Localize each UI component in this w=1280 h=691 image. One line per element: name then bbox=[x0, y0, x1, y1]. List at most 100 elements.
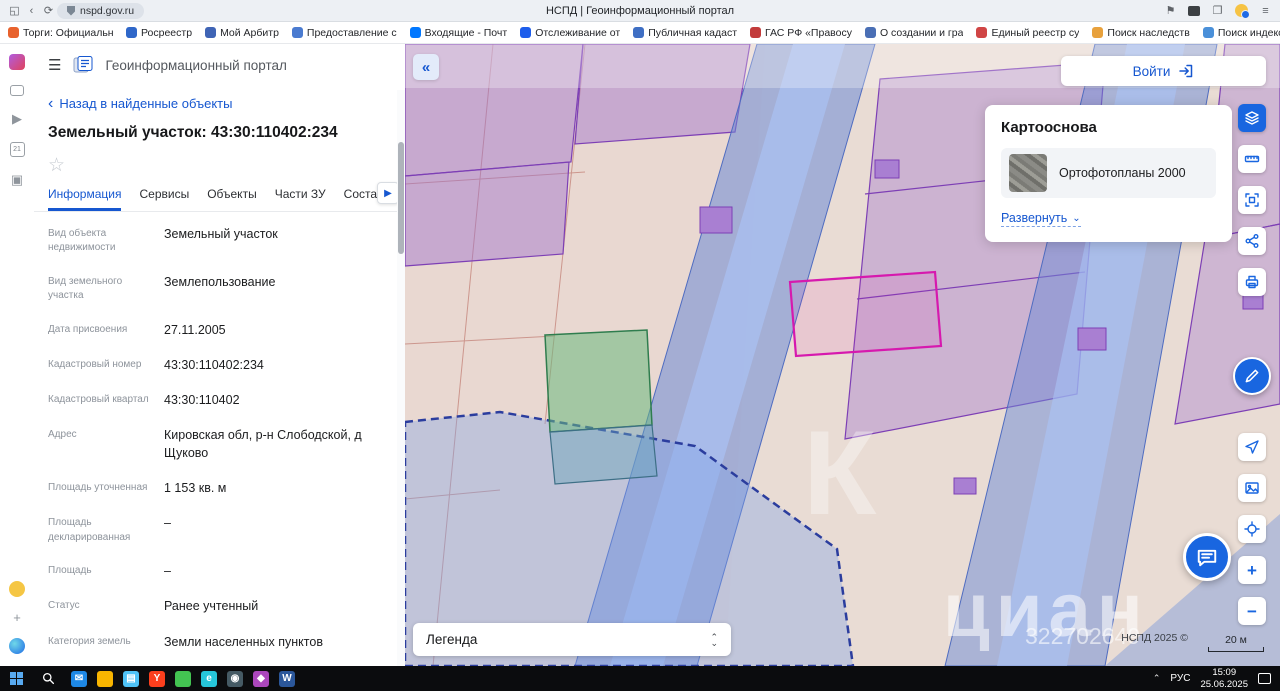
tab[interactable]: Информация bbox=[48, 178, 122, 211]
bookmark-favicon bbox=[205, 27, 217, 38]
screenshot-tool-icon[interactable]: ▣ bbox=[11, 172, 23, 188]
clock[interactable]: 15:09 25.06.2025 bbox=[1200, 667, 1248, 691]
bookmark-item[interactable]: Предоставление с bbox=[291, 27, 397, 39]
favorite-star-icon[interactable]: ☆ bbox=[48, 156, 391, 175]
back-to-results-link[interactable]: ‹ Назад в найденные объекты bbox=[48, 94, 391, 112]
print-button[interactable] bbox=[1238, 268, 1266, 296]
taskbar-app-glyph: e bbox=[206, 673, 212, 684]
bookmark-label: О создании и гра bbox=[879, 26, 964, 39]
menu-icon[interactable]: ☰ bbox=[48, 56, 61, 74]
identify-object-icon bbox=[1245, 193, 1259, 207]
refresh-icon[interactable]: ⟳ bbox=[40, 4, 57, 17]
calendar-icon[interactable]: 21 bbox=[9, 142, 25, 157]
bookmark-item[interactable]: Входящие - Почт bbox=[409, 27, 507, 39]
taskbar-app-button[interactable] bbox=[170, 666, 196, 691]
bookmark-label: Отслеживание от bbox=[535, 26, 621, 39]
locate-button[interactable] bbox=[1238, 433, 1266, 461]
legend-bar[interactable]: Легенда ⌃ ⌄ bbox=[413, 623, 731, 656]
bookmark-item[interactable]: ГАС РФ «Правосу bbox=[750, 27, 852, 39]
expand-link[interactable]: Развернуть ⌄ bbox=[1001, 211, 1081, 227]
map-area: К циан 322702649 « Войти Картооснова Орт… bbox=[405, 44, 1280, 666]
taskbar-app-icon bbox=[175, 670, 191, 687]
taskbar-app-button[interactable] bbox=[92, 666, 118, 691]
start-button[interactable] bbox=[0, 666, 32, 691]
screenshot-button[interactable] bbox=[1238, 474, 1266, 502]
field-row: Адрес Кировская обл, р-н Слободской, д Щ… bbox=[48, 417, 391, 470]
bookmark-item[interactable]: Торги: Официальн bbox=[8, 27, 113, 39]
bookmark-label: Росреестр bbox=[141, 26, 193, 39]
chat-button[interactable] bbox=[1183, 533, 1231, 581]
coordinates-button[interactable] bbox=[1238, 515, 1266, 543]
tab[interactable]: Части ЗУ bbox=[275, 178, 326, 211]
field-label: Площадь декларированная bbox=[48, 517, 131, 543]
bookmark-item[interactable]: Поиск наследств bbox=[1092, 27, 1190, 39]
bookmark-item[interactable]: Единый реестр су bbox=[976, 27, 1079, 39]
selected-parcel[interactable] bbox=[788, 270, 943, 358]
share-button[interactable] bbox=[1238, 227, 1266, 255]
bookmark-item[interactable]: Мой Арбитр bbox=[205, 27, 279, 39]
back-icon[interactable]: ‹ bbox=[23, 5, 40, 17]
taskbar-app-icon bbox=[97, 670, 113, 687]
bookmark-flag-icon[interactable]: ⚑ bbox=[1162, 4, 1179, 17]
bookmark-favicon bbox=[633, 27, 645, 38]
teal-parcel[interactable] bbox=[549, 424, 658, 485]
bookmark-item[interactable]: Отслеживание от bbox=[520, 27, 620, 39]
chat-panel-icon[interactable] bbox=[1188, 5, 1200, 16]
green-parcel[interactable] bbox=[544, 329, 653, 433]
messenger-icon[interactable] bbox=[10, 85, 24, 96]
print-icon bbox=[1245, 275, 1259, 289]
address-bar[interactable]: nspd.gov.ru bbox=[57, 2, 145, 19]
bookmark-item[interactable]: Поиск индекса — bbox=[1202, 27, 1280, 39]
tab-manager-icon[interactable]: ◱ bbox=[6, 4, 23, 17]
tabs-overflow-button[interactable]: ▶ bbox=[377, 182, 399, 204]
scale-label: 20 м bbox=[1225, 634, 1247, 646]
field-value: 27.11.2005 bbox=[164, 322, 226, 337]
bookmark-item[interactable]: Публичная кадаст bbox=[633, 27, 737, 39]
collections-icon[interactable]: ❐ bbox=[1209, 4, 1226, 17]
collapse-panel-button[interactable]: « bbox=[413, 54, 439, 80]
legend-toggle-icon[interactable]: ⌃ ⌄ bbox=[710, 632, 718, 647]
browser-menu-icon[interactable]: ≡ bbox=[1257, 5, 1274, 17]
sidebar-app-icon[interactable] bbox=[9, 54, 25, 70]
tab[interactable]: Сервисы bbox=[139, 178, 189, 211]
taskbar-search-button[interactable] bbox=[32, 666, 64, 691]
taskbar-app-glyph: ◉ bbox=[230, 673, 240, 684]
alice-icon[interactable] bbox=[9, 638, 25, 654]
back-chevron-icon: ‹ bbox=[48, 94, 54, 112]
language-indicator[interactable]: РУС bbox=[1170, 673, 1190, 684]
profile-avatar[interactable] bbox=[1235, 4, 1250, 19]
smiley-app-icon[interactable] bbox=[9, 581, 25, 597]
ruler-button[interactable] bbox=[1238, 145, 1266, 173]
zoom-out-button[interactable]: − bbox=[1238, 597, 1266, 625]
draw-tools-button[interactable] bbox=[1233, 357, 1271, 395]
taskbar-app-button[interactable]: ◆ bbox=[248, 666, 274, 691]
bookmark-item[interactable]: Росреестр bbox=[126, 27, 192, 39]
panel-scrollbar[interactable] bbox=[397, 90, 405, 666]
layers-button[interactable] bbox=[1238, 104, 1266, 132]
bookmark-favicon bbox=[864, 27, 876, 38]
login-button[interactable]: Войти bbox=[1061, 56, 1266, 86]
scrollbar-thumb[interactable] bbox=[398, 142, 404, 254]
back-link-label: Назад в найденные объекты bbox=[59, 96, 233, 111]
portal-logo bbox=[73, 56, 93, 73]
play-icon[interactable]: ▶ bbox=[12, 111, 22, 127]
tray-chevron-icon[interactable]: ⌃ bbox=[1153, 673, 1161, 684]
taskbar-app-button[interactable]: Y bbox=[144, 666, 170, 691]
taskbar-app-button[interactable]: ▤ bbox=[118, 666, 144, 691]
login-icon bbox=[1179, 64, 1193, 78]
taskbar-app-button[interactable]: ✉ bbox=[66, 666, 92, 691]
identify-object-button[interactable] bbox=[1238, 186, 1266, 214]
taskbar-app-button[interactable]: ◉ bbox=[222, 666, 248, 691]
bookmark-item[interactable]: О создании и гра bbox=[864, 26, 964, 39]
tab[interactable]: Объекты bbox=[207, 178, 257, 211]
system-tray: ⌃ РУС 15:09 25.06.2025 bbox=[1153, 667, 1280, 691]
tab-label: Части ЗУ bbox=[274, 187, 326, 201]
taskbar-app-button[interactable]: W bbox=[274, 666, 300, 691]
zoom-in-button[interactable]: + bbox=[1238, 556, 1266, 584]
notification-center-icon[interactable] bbox=[1258, 673, 1271, 684]
taskbar-app-button[interactable]: e bbox=[196, 666, 222, 691]
add-panel-icon[interactable]: + bbox=[13, 610, 21, 625]
field-row: Дата присвоения 27.11.2005 bbox=[48, 312, 391, 347]
tab[interactable]: Соста bbox=[344, 178, 377, 211]
basemap-layer-row[interactable]: Ортофотопланы 2000 bbox=[1001, 148, 1216, 198]
